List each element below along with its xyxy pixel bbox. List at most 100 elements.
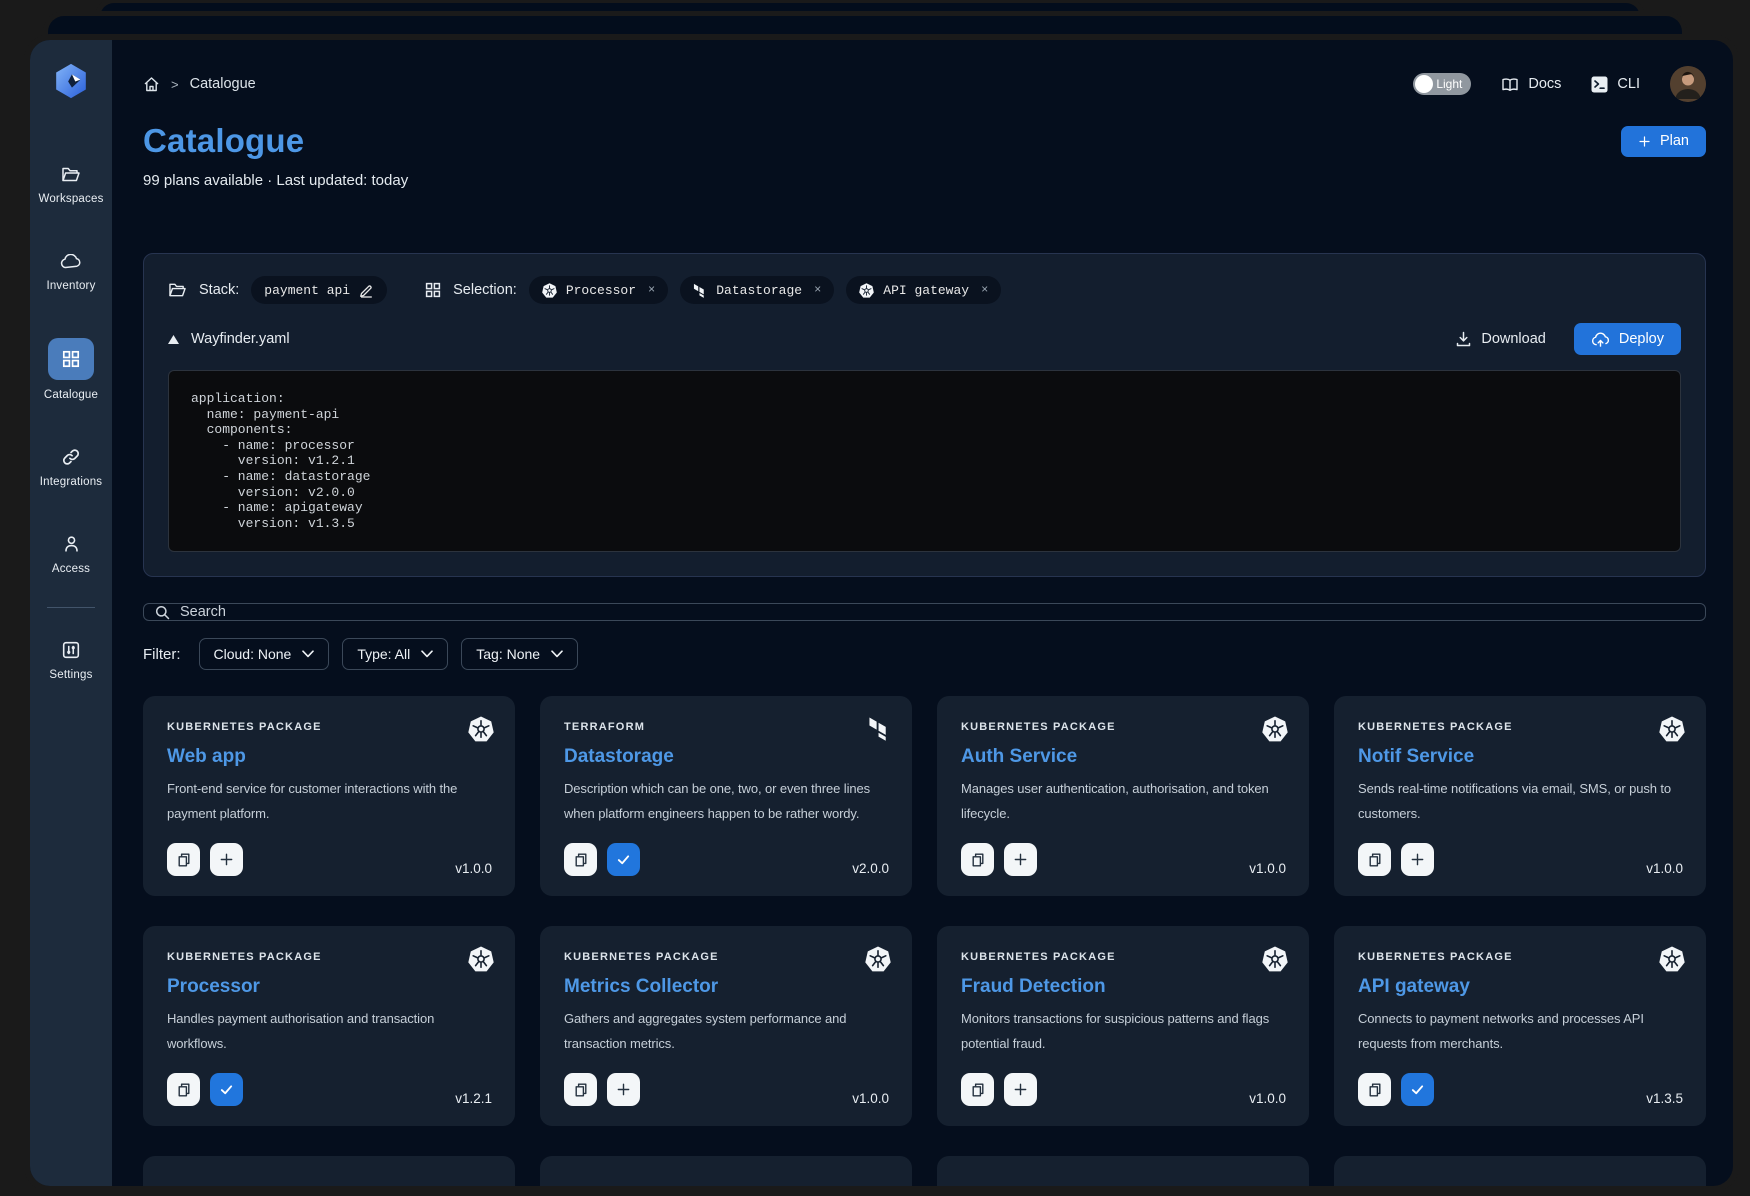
yaml-file-name[interactable]: Wayfinder.yaml [191, 331, 290, 347]
card-footer: v1.2.1 [167, 1073, 492, 1106]
card-type-label: KUBERNETES PACKAGE [961, 721, 1285, 733]
plan-button-label: Plan [1660, 133, 1689, 149]
link-icon [62, 447, 80, 467]
chip-close-icon[interactable]: × [648, 283, 655, 297]
app-logo-icon[interactable] [52, 62, 90, 100]
card-title[interactable]: Fraud Detection [961, 976, 1285, 998]
docs-label: Docs [1528, 76, 1561, 92]
add-button[interactable] [1004, 843, 1037, 876]
stack-label: Stack: [199, 282, 239, 298]
avatar[interactable] [1670, 66, 1706, 102]
card-footer: v2.0.0 [564, 843, 889, 876]
yaml-file-row: Wayfinder.yaml Download [168, 323, 1681, 355]
filter-cloud-dropdown[interactable]: Cloud: None [199, 638, 330, 670]
card-title[interactable]: Metrics Collector [564, 976, 888, 998]
card-partial [937, 1156, 1309, 1186]
plan-button[interactable]: Plan [1621, 126, 1706, 157]
deploy-button[interactable]: Deploy [1574, 323, 1681, 355]
card-description: Description which can be one, two, or ev… [564, 776, 888, 826]
chip-close-icon[interactable]: × [981, 283, 988, 297]
card-title[interactable]: Datastorage [564, 746, 888, 768]
yaml-actions: Download Deploy [1456, 323, 1681, 355]
kubernetes-icon [1262, 946, 1288, 972]
cloud-upload-icon [1591, 332, 1610, 347]
kubernetes-icon [468, 716, 494, 742]
sidebar: Workspaces Inventory Catalogue [30, 40, 112, 1186]
add-button[interactable] [1004, 1073, 1037, 1106]
user-icon [63, 534, 80, 554]
card-title[interactable]: API gateway [1358, 976, 1682, 998]
sidebar-item-label: Access [52, 563, 90, 575]
kubernetes-icon [859, 283, 874, 298]
card-title[interactable]: Processor [167, 976, 491, 998]
search-icon [155, 605, 170, 620]
docs-link[interactable]: Docs [1501, 76, 1561, 92]
card-version: v1.2.1 [455, 1091, 492, 1106]
yaml-code-block[interactable]: application: name: payment-api component… [168, 370, 1681, 552]
card-type-label: KUBERNETES PACKAGE [1358, 951, 1682, 963]
chip-close-icon[interactable]: × [814, 283, 821, 297]
theme-toggle[interactable]: Light [1413, 73, 1471, 95]
selection-label-group: Selection: [425, 282, 517, 298]
stack-name-chip[interactable]: payment api [251, 276, 387, 304]
sidebar-item-settings[interactable]: Settings [49, 640, 92, 681]
card-type-label: KUBERNETES PACKAGE [564, 951, 888, 963]
card-processor: KUBERNETES PACKAGE Processor Handles pay… [143, 926, 515, 1126]
card-description: Front-end service for customer interacti… [167, 776, 491, 826]
home-icon[interactable] [143, 76, 160, 93]
card-description: Monitors transactions for suspicious pat… [961, 1006, 1285, 1056]
card-partial [143, 1156, 515, 1186]
selection-chip-datastorage[interactable]: Datastorage × [680, 276, 834, 304]
card-footer: v1.3.5 [1358, 1073, 1683, 1106]
sidebar-item-integrations[interactable]: Integrations [40, 447, 103, 488]
add-button[interactable] [210, 843, 243, 876]
main-content: > Catalogue Light Docs [112, 40, 1733, 1186]
card-version: v1.0.0 [1249, 861, 1286, 876]
sidebar-divider [47, 607, 95, 608]
add-button[interactable] [607, 1073, 640, 1106]
edit-pencil-icon[interactable] [359, 283, 374, 298]
sidebar-item-inventory[interactable]: Inventory [46, 251, 95, 292]
copy-button[interactable] [167, 1073, 200, 1106]
breadcrumb-current[interactable]: Catalogue [190, 76, 256, 92]
copy-button[interactable] [564, 843, 597, 876]
selected-check-button[interactable] [607, 843, 640, 876]
card-footer: v1.0.0 [564, 1073, 889, 1106]
search-input[interactable] [180, 604, 1694, 620]
card-title[interactable]: Auth Service [961, 746, 1285, 768]
filter-cloud-value: Cloud: None [214, 646, 292, 662]
filter-row: Filter: Cloud: None Type: All Tag: None [143, 638, 1706, 670]
selection-chip-api-gateway[interactable]: API gateway × [846, 276, 1001, 304]
stack-panel: Stack: payment api Selection: [143, 253, 1706, 577]
kubernetes-icon [468, 946, 494, 972]
card-title[interactable]: Notif Service [1358, 746, 1682, 768]
sidebar-item-access[interactable]: Access [52, 534, 90, 575]
card-title[interactable]: Web app [167, 746, 491, 768]
filter-type-dropdown[interactable]: Type: All [342, 638, 448, 670]
add-button[interactable] [1401, 843, 1434, 876]
card-footer: v1.0.0 [167, 843, 492, 876]
search-bar[interactable] [143, 603, 1706, 621]
selection-chip-processor[interactable]: Processor × [529, 276, 668, 304]
chevron-down-icon [551, 650, 563, 658]
cli-link[interactable]: CLI [1591, 76, 1640, 93]
download-button[interactable]: Download [1456, 331, 1546, 347]
filter-label: Filter: [143, 646, 181, 663]
chip-label: Datastorage [716, 283, 802, 298]
card-version: v1.0.0 [1646, 861, 1683, 876]
copy-button[interactable] [564, 1073, 597, 1106]
copy-button[interactable] [167, 843, 200, 876]
filter-tag-dropdown[interactable]: Tag: None [461, 638, 578, 670]
sidebar-item-workspaces[interactable]: Workspaces [38, 164, 103, 205]
collapse-icon[interactable] [168, 335, 179, 344]
selected-check-button[interactable] [210, 1073, 243, 1106]
topbar: > Catalogue Light Docs [143, 66, 1706, 102]
sidebar-item-catalogue[interactable]: Catalogue [44, 338, 98, 401]
copy-button[interactable] [961, 843, 994, 876]
selected-check-button[interactable] [1401, 1073, 1434, 1106]
card-version: v1.0.0 [852, 1091, 889, 1106]
copy-button[interactable] [1358, 1073, 1391, 1106]
copy-button[interactable] [1358, 843, 1391, 876]
copy-button[interactable] [961, 1073, 994, 1106]
card-datastorage: TERRAFORM Datastorage Description which … [540, 696, 912, 896]
